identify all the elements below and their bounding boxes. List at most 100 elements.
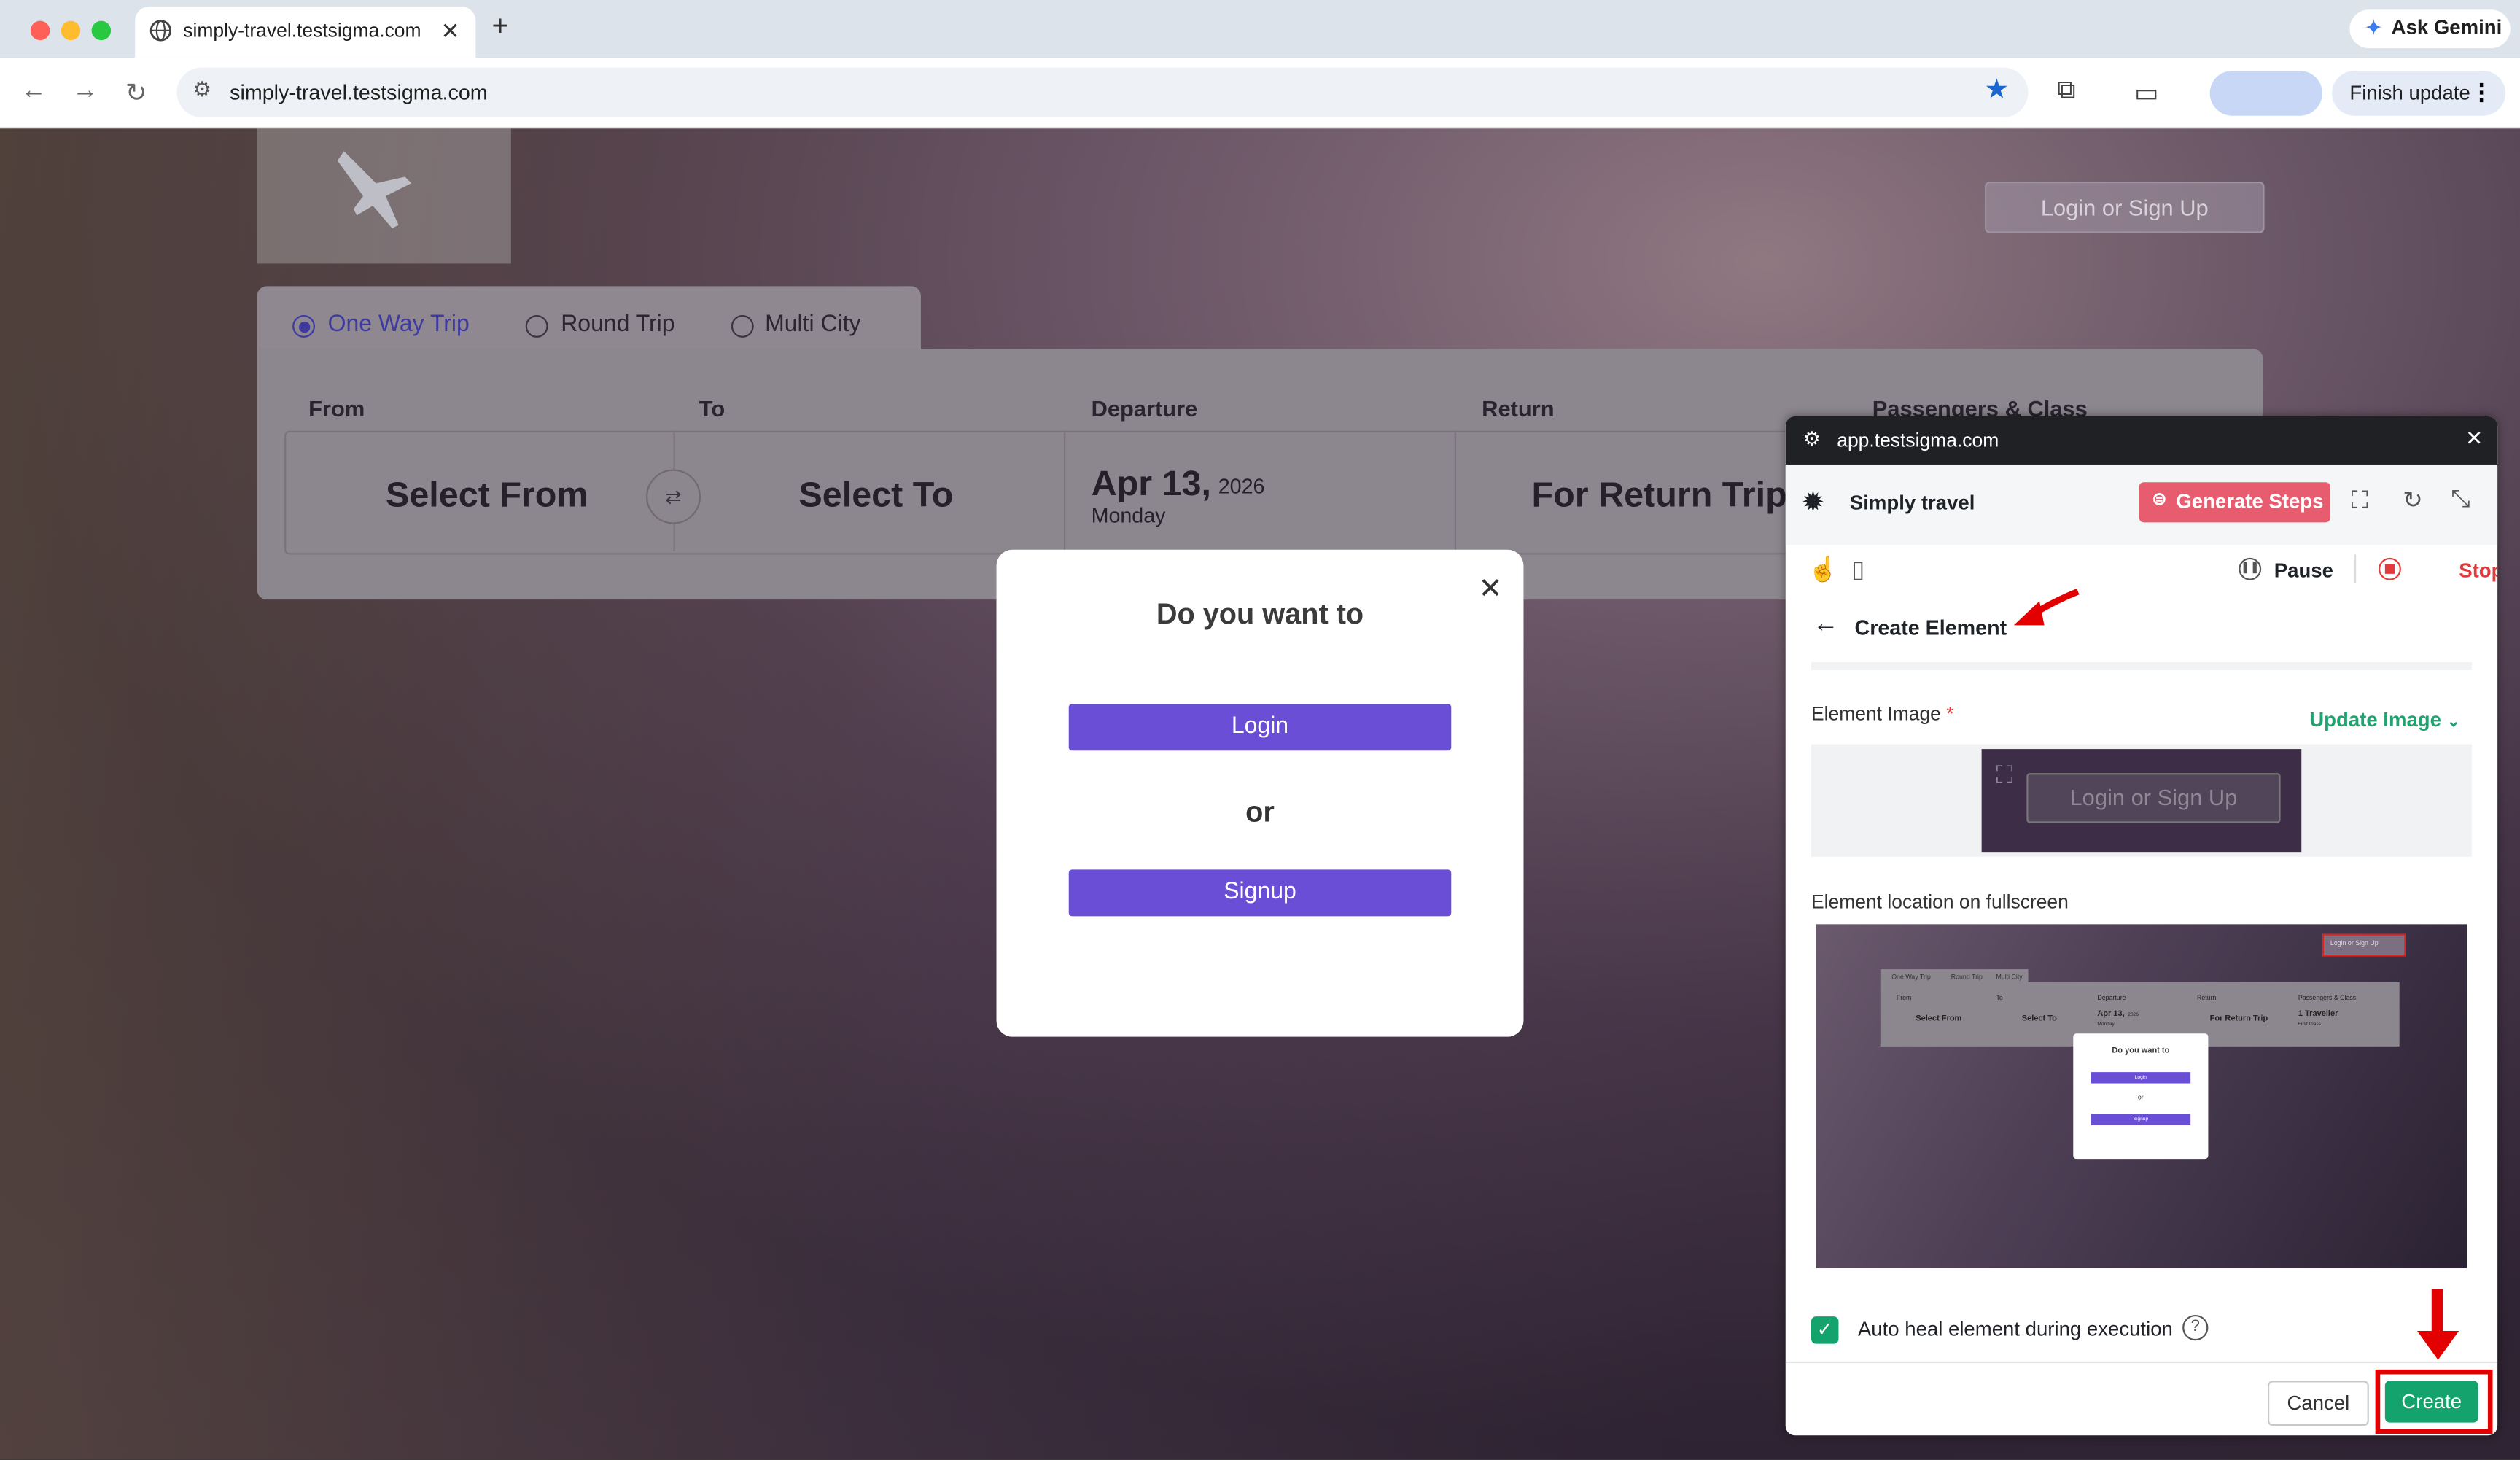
input-icon[interactable]: ▯ — [1851, 554, 1864, 583]
to-field[interactable]: Select To — [798, 474, 953, 516]
element-image-preview: ⛶ Login or Sign Up — [1981, 749, 2302, 853]
thumb-or: or — [2137, 1092, 2144, 1101]
browser-tab[interactable]: simply-travel.testsigma.com ✕ — [135, 6, 476, 58]
crop-icon: ⛶ — [1996, 761, 2013, 790]
stop-button[interactable]: Stop — [2459, 559, 2497, 582]
auto-heal-checkbox[interactable]: ✓ — [1811, 1316, 1839, 1344]
maximize-window-button[interactable] — [91, 20, 112, 41]
reload-icon[interactable]: ↻ — [125, 77, 147, 109]
create-element-title: Create Element — [1854, 616, 2007, 640]
thumb-return-label: Return — [2196, 993, 2217, 1002]
panel-title-bar: ⚙ app.testsigma.com ✕ — [1785, 416, 2498, 465]
close-window-button[interactable] — [30, 20, 50, 41]
extensions-icon[interactable]: ⧉ — [2057, 77, 2075, 106]
pause-icon[interactable]: ❚❚ — [2239, 557, 2262, 580]
tab-title: simply-travel.testsigma.com — [183, 19, 421, 42]
thumb-to: Select To — [2021, 1014, 2057, 1024]
from-label: From — [308, 395, 365, 422]
element-location-label: Element location on fullscreen — [1811, 890, 2069, 913]
site-settings-icon[interactable]: ⚙ — [192, 77, 211, 103]
tab-search-icon[interactable]: ▭ — [2134, 77, 2158, 109]
login-signup-button[interactable]: Login or Sign Up — [1985, 182, 2265, 233]
from-field[interactable]: Select From — [386, 474, 588, 516]
divider — [1454, 430, 1456, 551]
ask-gemini-button[interactable]: ✦ Ask Gemini — [2349, 9, 2511, 49]
thumb-login-text: Login or Sign Up — [2330, 939, 2379, 947]
thumb-from-label: From — [1896, 993, 1912, 1002]
thumb-modal-title: Do you want to — [2112, 1046, 2170, 1057]
radio-multi-city[interactable] — [731, 314, 754, 338]
chevron-down-icon: ⌄ — [2446, 713, 2461, 731]
create-highlight-box — [2375, 1369, 2493, 1434]
globe-icon — [149, 20, 172, 42]
thumb-modal: Do you want to Login or Signup — [2073, 1033, 2209, 1160]
thumb-day: Monday — [2097, 1020, 2115, 1028]
profile-avatar[interactable] — [2209, 70, 2322, 116]
ask-gemini-label: Ask Gemini — [2391, 16, 2502, 39]
new-tab-icon[interactable]: + — [491, 9, 508, 43]
element-image-label: Element Image * — [1811, 702, 1954, 725]
browser-tab-bar: simply-travel.testsigma.com ✕ + ✦ Ask Ge… — [0, 0, 2520, 58]
departure-year: 2026 — [1218, 474, 1265, 499]
generate-icon: ⊜ — [2152, 490, 2167, 510]
testsigma-recorder-panel: ⚙ app.testsigma.com ✕ ✹ Simply travel ⊜ … — [1785, 416, 2498, 1436]
thumb-date: Apr 13, — [2097, 1009, 2125, 1020]
multi-city-label[interactable]: Multi City — [765, 312, 860, 338]
back-arrow-icon[interactable]: ← — [1813, 611, 1838, 640]
update-image-button[interactable]: Update Image ⌄ — [2309, 709, 2460, 731]
browser-toolbar: ← → ↻ ⚙ simply-travel.testsigma.com ★ ⧉ … — [0, 58, 2520, 129]
click-pointer-icon[interactable]: ☝ — [1808, 554, 1838, 583]
or-text: or — [1245, 796, 1275, 828]
finish-update-button[interactable]: Finish update ⋮ — [2332, 70, 2506, 116]
thumb-round: Round Trip — [1951, 972, 1983, 981]
round-trip-label[interactable]: Round Trip — [561, 312, 674, 338]
minimize-window-button[interactable] — [61, 20, 81, 41]
return-label: Return — [1482, 395, 1555, 422]
bookmark-star-icon[interactable]: ★ — [1984, 74, 2009, 106]
to-label: To — [699, 395, 726, 422]
address-url: simply-travel.testsigma.com — [230, 80, 488, 105]
signup-button[interactable]: Signup — [1068, 869, 1452, 917]
simply-travel-logo — [257, 128, 511, 264]
fullscreen-thumbnail: Login or Sign Up One Way Trip Round Trip… — [1816, 924, 2468, 1269]
thumb-traveller: 1 Traveller — [2298, 1009, 2338, 1020]
thumb-year: 2026 — [2128, 1011, 2139, 1018]
one-way-label[interactable]: One Way Trip — [328, 312, 470, 338]
pause-button[interactable]: Pause — [2274, 559, 2333, 582]
thumb-multi: Multi City — [1996, 972, 2023, 981]
radio-round-trip[interactable] — [525, 314, 548, 338]
thumb-to-label: To — [1996, 993, 2003, 1002]
login-button[interactable]: Login — [1068, 704, 1452, 751]
thumb-from: Select From — [1916, 1014, 1962, 1024]
auto-heal-label: Auto heal element during execution — [1857, 1318, 2173, 1341]
menu-dots-icon[interactable]: ⋮ — [2470, 79, 2493, 106]
red-down-arrow-annotation — [2416, 1289, 2459, 1360]
thumb-departure-label: Departure — [2097, 993, 2126, 1002]
red-arrow-annotation — [2013, 589, 2080, 626]
refresh-icon[interactable]: ↻ — [2403, 486, 2423, 514]
generate-steps-label: Generate Steps — [2176, 490, 2324, 513]
site-settings-icon: ⚙ — [1802, 427, 1821, 451]
cancel-button[interactable]: Cancel — [2267, 1381, 2369, 1426]
swap-icon[interactable]: ⇄ — [646, 469, 701, 524]
screenshot-icon[interactable]: ⛶ — [2352, 487, 2368, 514]
stop-icon[interactable] — [2379, 557, 2401, 580]
address-bar[interactable]: ⚙ simply-travel.testsigma.com ★ — [176, 67, 2029, 117]
element-image-text: Element Image — [1811, 702, 1941, 726]
divider — [1811, 662, 2472, 671]
tab-close-icon[interactable]: ✕ — [441, 18, 460, 44]
departure-day: Monday — [1091, 502, 1166, 527]
departure-date[interactable]: Apr 13, — [1092, 463, 1211, 505]
radio-one-way[interactable] — [292, 314, 315, 338]
forward-icon[interactable]: → — [72, 77, 98, 106]
panel-close-icon[interactable]: ✕ — [2465, 426, 2483, 451]
return-field[interactable]: For Return Trip — [1531, 474, 1786, 516]
gemini-sparkle-icon: ✦ — [2364, 14, 2384, 41]
help-icon[interactable]: ? — [2182, 1314, 2209, 1341]
thumb-signup: Signup — [2091, 1114, 2191, 1125]
divider — [1785, 1361, 2498, 1364]
collapse-icon[interactable]: ⤡ — [2451, 486, 2470, 513]
thumb-login: Login — [2091, 1072, 2191, 1084]
back-icon[interactable]: ← — [21, 77, 47, 106]
generate-steps-button[interactable]: ⊜ Generate Steps — [2139, 482, 2330, 523]
